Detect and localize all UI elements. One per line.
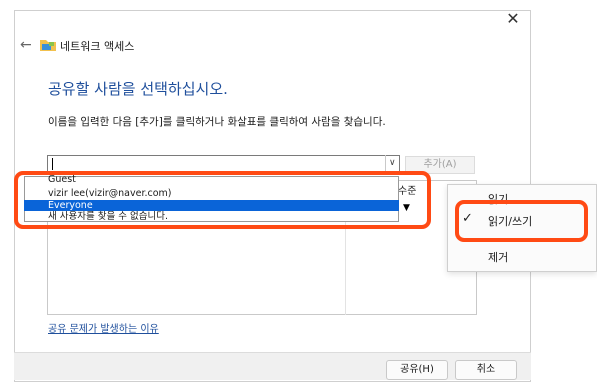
cancel-button[interactable]: 취소 [455,360,517,380]
close-icon[interactable]: ✕ [506,11,520,27]
dialog-footer [14,352,531,380]
menu-item-remove[interactable]: 제거 [488,249,508,265]
instructions-text: 이름을 입력한 다음 [추가]를 클릭하거나 화살표를 클릭하여 사람을 찾습니… [48,116,386,128]
dropdown-highlight-box [14,171,431,229]
back-arrow-icon[interactable]: ← [20,38,32,52]
sharing-help-link[interactable]: 공유 문제가 발생하는 이유 [48,320,159,335]
text-caret [52,158,53,170]
menu-highlight-box [455,200,588,242]
network-folder-icon [40,40,56,51]
window-title: 네트워크 액세스 [60,40,135,53]
chevron-down-icon: ∨ [389,158,396,168]
page-heading: 공유할 사람을 선택하십시오. [48,80,228,98]
share-button[interactable]: 공유(H) [386,360,448,380]
